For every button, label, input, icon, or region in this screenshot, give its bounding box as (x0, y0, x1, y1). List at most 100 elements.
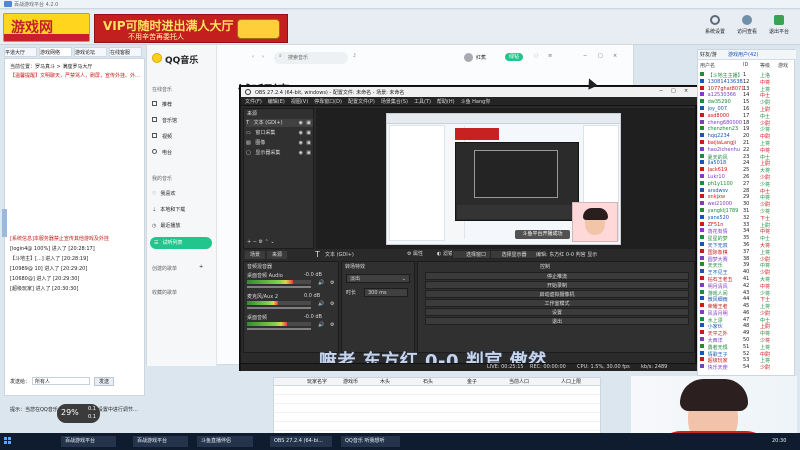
menu-help[interactable]: 帮助(H) (437, 98, 455, 105)
qq-nav-item[interactable]: 音乐馆 (152, 117, 207, 127)
user-row[interactable]: chenzhen23 19 少将 (700, 126, 794, 133)
nav-forward-icon[interactable]: › (262, 54, 264, 60)
user-row[interactable]: a12530366 14 中士 (700, 92, 794, 99)
settings-action[interactable]: 系统设置 (702, 15, 728, 41)
menu-file[interactable]: 文件(F) (245, 98, 262, 105)
menu-tools[interactable]: 工具(T) (414, 98, 431, 105)
user-row[interactable]: xnkjxw 29 中将 (700, 194, 794, 201)
user-row[interactable]: Jack619 25 大将 (700, 167, 794, 174)
qq-mine-item[interactable]: ◷ 最近播放 (152, 222, 207, 232)
settings-icon[interactable]: ≡ (548, 53, 552, 59)
taskbar-app[interactable]: OBS 27.2.4 (64-bi... (270, 436, 332, 447)
minimize-icon[interactable]: − (583, 53, 587, 59)
source-row[interactable]: ▢ 显示器采集 ◉ ▣ (246, 149, 313, 157)
taskbar-app[interactable]: QQ音乐 听我想听 (341, 436, 400, 447)
duration-input[interactable]: 300 ms (364, 288, 408, 297)
lock-icon[interactable]: ▣ (306, 149, 311, 157)
user-row[interactable]: 情歌王子 52 中尉 (700, 350, 794, 358)
control-button-stop-stream[interactable]: 停止推流 (425, 272, 689, 280)
source-row[interactable]: T 文本 (GDI+) ◉ ▣ (246, 119, 313, 127)
control-button-exit[interactable]: 退出 (425, 317, 689, 325)
tab-friends[interactable]: 好友/游 (700, 51, 717, 58)
menu-douyu[interactable]: 斗鱼 Hang你 (461, 98, 491, 105)
track-fader[interactable] (247, 307, 311, 309)
user-row[interactable]: 大西洋 50 少将 (700, 337, 794, 344)
qq-nav-item[interactable]: 视频 (152, 133, 207, 143)
tab-forum[interactable]: 游戏论坛 (74, 47, 107, 57)
user-row[interactable]: jia5018 24 上尉 (700, 160, 794, 167)
source-row[interactable]: ▭ 窗口采集 ◉ ▣ (246, 129, 313, 137)
taskbar-app[interactable]: 斗鱼直播伴侣 (197, 436, 253, 447)
lock-icon[interactable]: ▣ (306, 129, 311, 137)
send-target-select[interactable]: 所有人 (32, 377, 91, 385)
tab-home[interactable]: 平道大厅 (4, 47, 37, 57)
user-row[interactable]: Lukr10 26 少尉 (700, 173, 794, 181)
tab-users[interactable]: 游戏用户(42) (728, 51, 758, 58)
user-row[interactable]: arsdwsv 28 中士 (700, 187, 794, 195)
menu-edit[interactable]: 编辑(E) (268, 98, 285, 105)
track-settings-icon[interactable]: ⚙ (330, 301, 334, 307)
user-row[interactable]: yangklj1789 31 少将 (700, 207, 794, 215)
mute-icon[interactable]: 🔊 (318, 301, 324, 307)
eye-icon[interactable]: ◉ (299, 139, 303, 147)
user-row[interactable]: 落花有情 34 中将 (700, 228, 794, 235)
tab-scenes[interactable]: 场景 (245, 251, 265, 259)
tab-sources[interactable]: 来源 (267, 251, 287, 259)
user-row[interactable]: 王不见王 40 少尉 (700, 269, 794, 276)
avatar[interactable] (464, 53, 473, 62)
user-row[interactable]: baijiaLangji 21 上将 (700, 139, 794, 147)
menu-profile[interactable]: 配置文件(P) (348, 98, 375, 105)
menu-view[interactable]: 视图(V) (291, 98, 308, 105)
visit-action[interactable]: 访问查看 (734, 15, 760, 41)
qq-mine-item-active[interactable]: ☰ 试听列表 (150, 237, 212, 249)
user-row[interactable]: 小家伙 48 上尉 (700, 323, 794, 330)
user-row[interactable]: yans520 32 下士 (700, 214, 794, 222)
user-row[interactable]: asd8000 17 中士 (700, 112, 794, 120)
qq-nav-item[interactable]: 推荐 (152, 101, 207, 111)
eye-icon[interactable]: ◉ (299, 149, 303, 157)
user-row[interactable]: wei21000 30 少尉 (700, 201, 794, 208)
user-row[interactable]: 【斗地主主播】 1 上洛 (700, 72, 794, 79)
mute-icon[interactable]: 🔊 (318, 322, 324, 328)
user-row[interactable]: joy_007 16 上尉 (700, 105, 794, 113)
user-row[interactable]: 超级玩家 53 上将 (700, 357, 794, 364)
user-row[interactable]: 天天乐 39 中将 (700, 262, 794, 269)
control-button-record[interactable]: 开始录制 (425, 281, 689, 289)
control-button-virtual-camera[interactable]: 启动虚拟摄像机 (425, 290, 689, 298)
user-row[interactable]: cheng680000 18 少尉 (700, 119, 794, 127)
maximize-icon[interactable]: □ (598, 53, 603, 59)
table-row[interactable] (274, 405, 600, 413)
mute-icon[interactable]: 🔊 (318, 280, 324, 286)
obs-maximize-icon[interactable]: □ (671, 88, 676, 94)
user-name[interactable]: 红蕉 (476, 54, 486, 61)
track-fader[interactable] (247, 286, 311, 288)
track-fader[interactable] (247, 328, 311, 330)
start-button[interactable] (4, 437, 12, 445)
select-display-button[interactable]: 选择显示器 (490, 250, 538, 259)
voice-search-icon[interactable]: ♪ (353, 53, 356, 59)
user-row[interactable]: dw35290 15 少尉 (700, 99, 794, 106)
control-button-studio-mode[interactable]: 工作室模式 (425, 299, 689, 307)
qq-mine-item[interactable]: ♡ 我喜欢 (152, 190, 207, 200)
user-row[interactable]: 国际象棋 37 上将 (700, 248, 794, 256)
table-row[interactable] (274, 387, 600, 395)
qq-mine-item[interactable]: ⇣ 本地和下载 (152, 206, 207, 216)
exit-action[interactable]: 退出平台 (766, 15, 792, 41)
taskbar-app[interactable]: 百战游戏平台 (133, 436, 188, 447)
user-row[interactable]: 1077ghat8071 13 上将 (700, 85, 794, 93)
tab-game[interactable]: 游戏网络 (39, 47, 72, 57)
user-row[interactable]: 游戏人间 43 少将 (700, 289, 794, 297)
user-row[interactable]: 勇者无惧 51 上将 (700, 343, 794, 351)
menu-scene-collection[interactable]: 场景集合(S) (381, 98, 408, 105)
eye-icon[interactable]: ◉ (299, 119, 303, 127)
nav-back-icon[interactable]: ‹ (252, 54, 254, 60)
menu-dock[interactable]: 停靠窗口(D) (314, 98, 342, 105)
user-row[interactable]: 天平之外 49 中将 (700, 330, 794, 337)
user-row[interactable]: 水上漂 47 中士 (700, 316, 794, 324)
user-row[interactable]: 天下无双 36 大将 (700, 241, 794, 249)
user-row[interactable]: hao2ichenhu 22 中将 (700, 146, 794, 154)
user-row[interactable]: 星星的梦 35 中士 (700, 235, 794, 242)
control-button-settings[interactable]: 设置 (425, 308, 689, 316)
obs-minimize-icon[interactable]: − (659, 88, 663, 94)
user-row[interactable]: 微风细雨 44 下士 (700, 296, 794, 303)
